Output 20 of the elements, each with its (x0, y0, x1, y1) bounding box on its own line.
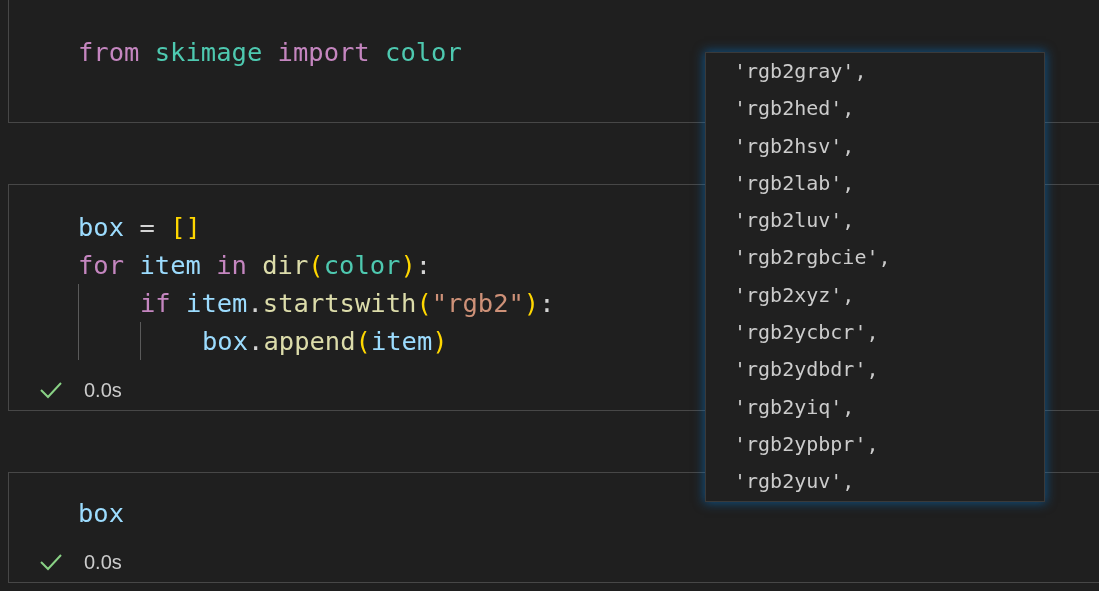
output-line: 'rgb2ycbcr', (734, 319, 880, 347)
code-line: box (78, 497, 125, 530)
execution-time: 0.0s (84, 550, 122, 574)
output-line: 'rgb2hsv', (734, 132, 856, 160)
output-line: 'rgb2yiq', (734, 393, 856, 421)
code-line: from skimage import color (78, 36, 462, 69)
output-line: 'rgb2gray', (734, 58, 868, 85)
code-line: box = [] (78, 211, 201, 244)
output-line: 'rgb2hed', (734, 95, 856, 123)
output-line: 'rgb2yuv', (734, 468, 856, 496)
code-line: box.append(item) (202, 325, 448, 358)
output-line: 'rgb2rgbcie', (734, 244, 892, 272)
output-line: 'rgb2lab', (734, 169, 856, 197)
output-line: 'rgb2ydbdr', (734, 356, 880, 384)
output-line: 'rgb2xyz', (734, 281, 856, 309)
code-line: for item in dir(color): (78, 249, 432, 282)
output-line: 'rgb2ypbpr', (734, 430, 880, 458)
output-line: 'rgb2luv', (734, 207, 856, 235)
execution-time: 0.0s (84, 378, 122, 402)
code-line: if item.startswith("rgb2"): (140, 287, 555, 320)
